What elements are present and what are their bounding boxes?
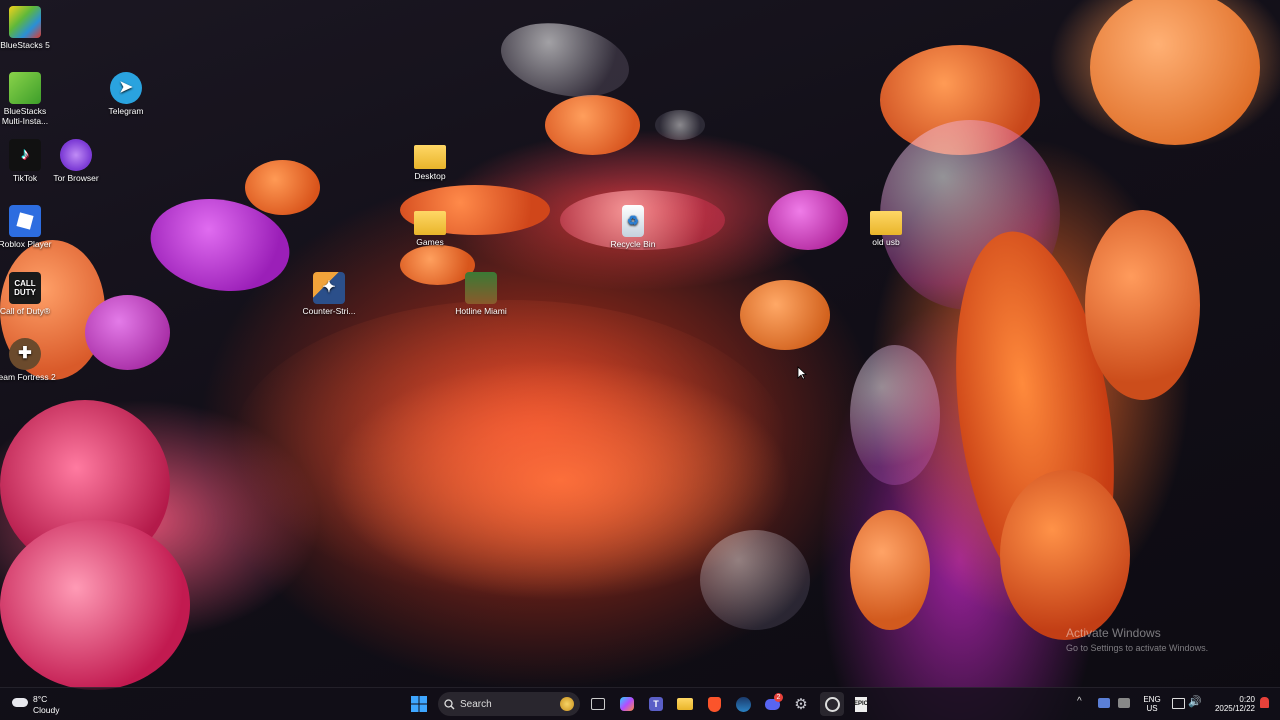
desktop-icon-label: Roblox Player — [0, 239, 52, 249]
weather-cloud-icon — [12, 698, 28, 707]
desktop-icon-telegram[interactable]: ➤ Telegram — [94, 72, 158, 116]
desktop-icon-counter-strike[interactable]: ✦ Counter-Stri... — [297, 272, 361, 316]
taskbar-search[interactable]: Search — [438, 692, 580, 716]
desktop-icon-label: Games — [416, 237, 444, 247]
desktop-icon-label: Tor Browser — [53, 173, 99, 183]
cs-icon: ✦ — [313, 272, 345, 304]
search-icon — [444, 698, 455, 709]
weather-widget[interactable]: 8°C Cloudy — [12, 692, 72, 716]
desktop-icon-label: Counter-Stri... — [302, 306, 356, 316]
copilot-icon — [620, 697, 634, 711]
clock-date: 2025/12/22 — [1214, 704, 1255, 713]
tray-app-icon-2[interactable] — [1118, 698, 1130, 708]
desktop-icon-label: Team Fortress 2 — [0, 372, 56, 382]
hotline-miami-icon — [465, 272, 497, 304]
folder-icon — [414, 145, 446, 169]
windows-start-icon — [411, 696, 427, 712]
task-view-icon — [591, 698, 605, 710]
desktop-icon-tor-browser[interactable]: Tor Browser — [44, 139, 108, 183]
brave-button[interactable] — [702, 692, 726, 716]
volume-icon[interactable]: 🔊 — [1188, 695, 1202, 708]
epic-games-button[interactable]: EPIC — [849, 692, 873, 716]
desktop-icon-games-folder[interactable]: Games — [398, 205, 462, 247]
desktop-icon-hotline-miami[interactable]: Hotline Miami — [449, 272, 513, 316]
task-view-button[interactable] — [586, 692, 610, 716]
discord-button[interactable]: 2 — [760, 692, 784, 716]
discord-notification-badge: 2 — [774, 693, 783, 702]
language-indicator[interactable]: ENG US — [1140, 695, 1164, 713]
teams-button[interactable]: T — [644, 692, 668, 716]
brave-icon — [707, 696, 721, 712]
folder-icon — [414, 211, 446, 235]
roblox-icon — [9, 205, 41, 237]
network-icon[interactable] — [1172, 698, 1185, 709]
start-button[interactable] — [407, 692, 431, 716]
app-icon — [824, 696, 840, 712]
telegram-icon: ➤ — [110, 72, 142, 104]
notification-bell-icon[interactable] — [1260, 697, 1269, 708]
taskbar: 8°C Cloudy Search T 2 ⚙ EPIC ^ ENG US 🔊 … — [0, 687, 1280, 720]
desktop-icon-roblox[interactable]: Roblox Player — [0, 205, 57, 249]
desktop-icon-bluestacks5[interactable]: BlueStacks 5 — [0, 6, 57, 50]
activation-watermark-title: Activate Windows — [1066, 626, 1161, 640]
recycle-bin-icon: ♻ — [622, 205, 644, 237]
desktop-icon-label: BlueStacks Multi-Insta... — [1, 106, 49, 126]
desktop-icon-recycle-bin[interactable]: ♻ Recycle Bin — [601, 205, 665, 249]
show-hidden-icons-button[interactable]: ^ — [1077, 696, 1082, 707]
desktop-icon-label: old usb — [872, 237, 900, 247]
weather-condition: Cloudy — [33, 705, 60, 715]
desktop-icon-old-usb[interactable]: old usb — [854, 205, 918, 247]
desktop-icon-desktop-folder[interactable]: Desktop — [398, 139, 462, 181]
desktop-icon-label: Desktop — [414, 171, 446, 181]
chevron-up-icon: ^ — [1077, 696, 1082, 707]
settings-button[interactable]: ⚙ — [789, 692, 813, 716]
bluestacks-multi-icon — [9, 72, 41, 104]
file-explorer-icon — [677, 698, 693, 710]
cod-icon: CALL DUTY — [9, 272, 41, 304]
language-region: US — [1146, 704, 1158, 713]
language-code: ENG — [1143, 695, 1161, 704]
mouse-cursor-icon — [797, 366, 807, 380]
desktop-icon-label: Hotline Miami — [455, 306, 507, 316]
file-explorer-button[interactable] — [673, 692, 697, 716]
steam-button[interactable] — [731, 692, 755, 716]
copilot-button[interactable] — [615, 692, 639, 716]
app-button[interactable] — [820, 692, 844, 716]
tf2-icon: ✚ — [9, 338, 41, 370]
teams-icon: T — [649, 697, 663, 711]
settings-icon: ⚙ — [794, 696, 808, 713]
desktop-icon-label: Call of Duty® — [0, 306, 51, 316]
desktop-icon-call-of-duty[interactable]: CALL DUTY Call of Duty® — [0, 272, 57, 316]
steam-icon — [735, 696, 751, 712]
tor-icon — [60, 139, 92, 171]
desktop-icon-bluestacks-multi[interactable]: BlueStacks Multi-Insta... — [0, 72, 57, 126]
search-highlight-icon — [560, 697, 574, 711]
taskbar-clock[interactable]: 0:20 2025/12/22 — [1205, 695, 1255, 713]
desktop-icon-team-fortress[interactable]: ✚ Team Fortress 2 — [0, 338, 57, 382]
desktop-icon-label: Recycle Bin — [610, 239, 656, 249]
desktop-icon-label: BlueStacks 5 — [0, 40, 50, 50]
desktop-icon-label: TikTok — [12, 173, 38, 183]
folder-icon — [870, 211, 902, 235]
tiktok-icon: ♪ — [9, 139, 41, 171]
weather-temp: 8°C — [33, 694, 48, 704]
tray-app-icon[interactable] — [1098, 698, 1110, 708]
epic-games-icon: EPIC — [854, 696, 868, 712]
clock-time: 0:20 — [1239, 695, 1255, 704]
search-placeholder: Search — [460, 698, 492, 710]
activation-watermark-subtitle: Go to Settings to activate Windows. — [1066, 643, 1209, 653]
desktop-icon-label: Telegram — [108, 106, 144, 116]
bluestacks-icon — [9, 6, 41, 38]
